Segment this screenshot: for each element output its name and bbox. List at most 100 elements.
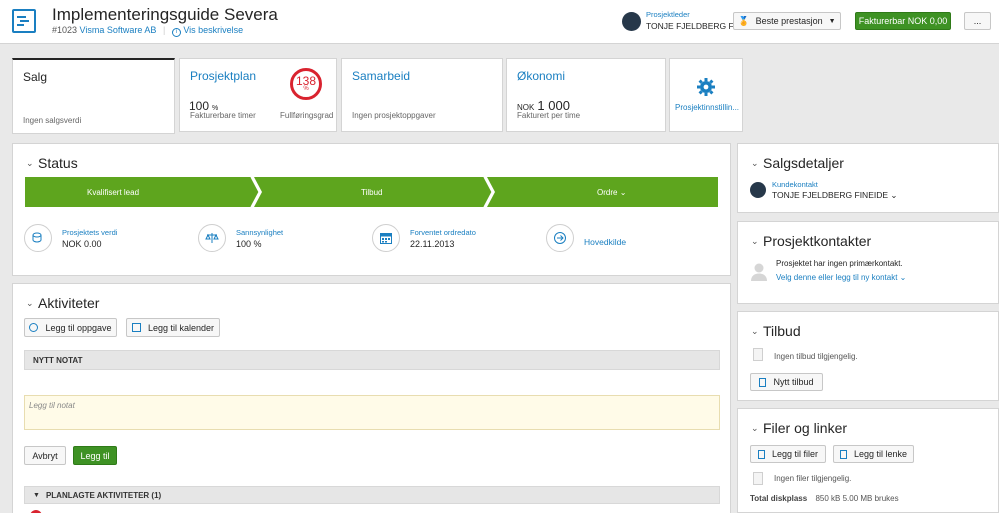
edit-calendar-icon <box>131 323 141 332</box>
check-circle-icon <box>29 323 39 332</box>
project-icon <box>12 9 36 33</box>
tab-settings[interactable]: Prosjektinnstillin... <box>669 58 743 132</box>
planned-activities-header[interactable]: ▼ PLANLAGTE AKTIVITETER (1) <box>24 486 720 504</box>
new-offer-label: Nytt tilbud <box>773 377 814 387</box>
customer-contact-label: Kundekontakt <box>772 180 818 189</box>
caret-down-icon: ▼ <box>828 17 836 25</box>
gear-icon <box>696 77 716 100</box>
best-performance-label: Beste prestasjon <box>755 16 823 26</box>
tab-okonomi-title: Økonomi <box>517 69 566 83</box>
note-input[interactable]: Legg til notat <box>24 395 720 430</box>
tab-okonomi[interactable]: Økonomi NOK 1 000 Fakturert per time <box>506 58 666 132</box>
source-icon <box>546 224 574 252</box>
add-link-label: Legg til lenke <box>853 449 908 459</box>
add-note-button[interactable]: Legg til <box>73 446 117 465</box>
offers-card: ⌄ Tilbud Ingen tilbud tilgjengelig. Nytt… <box>737 311 999 401</box>
hours-label: Fakturerbare timer <box>190 111 256 120</box>
select-contact-link[interactable]: Velg denne eller legg til ny kontakt ⌄ <box>776 273 906 282</box>
cancel-button[interactable]: Avbryt <box>24 446 66 465</box>
add-files-label: Legg til filer <box>771 449 819 459</box>
tab-salg-title: Salg <box>23 70 48 84</box>
app-header: Implementeringsguide Severa #1023 Visma … <box>0 0 999 44</box>
person-icon <box>750 262 768 285</box>
note-placeholder: Legg til notat <box>29 401 75 410</box>
page-title: Implementeringsguide Severa <box>52 5 278 24</box>
collapse-chevron-icon[interactable]: ⌄ <box>751 326 759 337</box>
sales-details-title: Salgsdetaljer <box>763 155 844 171</box>
collapse-chevron-icon[interactable]: ⌄ <box>751 423 759 434</box>
tab-prosjektplan[interactable]: Prosjektplan 100% Fakturerbare timer 138… <box>179 58 337 132</box>
link-file-icon <box>839 449 847 459</box>
gauge-label: Fullføringsgrad <box>280 111 334 120</box>
files-title: Filer og linker <box>763 420 848 436</box>
step-ordre-label[interactable]: Ordre ⌄ <box>597 188 626 197</box>
tab-salg[interactable]: Salg Ingen salgsverdi <box>12 58 175 134</box>
file-placeholder-icon <box>753 472 763 485</box>
new-offer-button[interactable]: Nytt tilbud <box>750 373 823 391</box>
value-amount: NOK 0.00 <box>62 239 102 249</box>
disk-label: Total diskplass <box>750 494 808 503</box>
chevron-down-icon: ⌄ <box>619 188 627 197</box>
document-icon <box>753 348 763 361</box>
order-date-value: 22.11.2013 <box>410 239 455 249</box>
chevron-down-icon: ⌄ <box>899 273 907 282</box>
best-performance-button[interactable]: 🏅 Beste prestasjon ▼ <box>733 12 841 30</box>
probability-value: 100 % <box>236 239 262 249</box>
more-button[interactable]: ... <box>964 12 991 30</box>
add-link-button[interactable]: Legg til lenke <box>833 445 914 463</box>
probability-label: Sannsynlighet <box>236 228 284 237</box>
add-calendar-label: Legg til kalender <box>147 322 215 333</box>
tab-plan-title: Prosjektplan <box>190 69 257 83</box>
tab-salg-foot: Ingen salgsverdi <box>23 116 82 125</box>
project-number: #1023 <box>52 25 78 35</box>
disk-value: 850 kB 5.00 MB brukes <box>815 494 899 503</box>
collapse-chevron-icon[interactable]: ⌄ <box>26 158 34 169</box>
step-tilbud-label[interactable]: Tilbud <box>361 188 383 197</box>
source-link[interactable]: Hovedkilde <box>584 237 626 247</box>
caret-down-icon: ▼ <box>33 491 40 499</box>
add-task-label: Legg til oppgave <box>45 322 112 333</box>
status-title: Status <box>38 155 78 171</box>
customer-contact-name[interactable]: TONJE FJELDBERG FINEIDE ⌄ <box>772 190 898 201</box>
settings-label: Prosjektinnstillin... <box>675 103 740 112</box>
company-link[interactable]: Visma Software AB <box>80 25 157 35</box>
add-files-button[interactable]: Legg til filer <box>750 445 826 463</box>
collapse-chevron-icon[interactable]: ⌄ <box>751 158 759 169</box>
add-task-button[interactable]: Legg til oppgave <box>24 318 117 337</box>
project-contacts-title: Prosjektkontakter <box>763 233 872 249</box>
add-calendar-button[interactable]: Legg til kalender <box>126 318 220 337</box>
status-card: ⌄ Status <box>12 143 731 276</box>
tab-samarbeid-title: Samarbeid <box>352 69 411 83</box>
no-contact-text: Prosjektet har ingen primærkontakt. <box>776 259 903 268</box>
description-link[interactable]: Vis beskrivelse <box>183 25 243 35</box>
completion-gauge: 138 % <box>290 68 322 100</box>
avatar <box>622 12 641 31</box>
collapse-chevron-icon[interactable]: ⌄ <box>751 236 759 247</box>
billable-button[interactable]: Fakturerbar NOK 0,00 <box>855 12 951 30</box>
planned-activities-label: PLANLAGTE AKTIVITETER (1) <box>45 490 162 500</box>
file-icon <box>757 449 765 459</box>
disk-usage: Total diskplass 850 kB 5.00 MB brukes <box>750 494 899 503</box>
project-meta: #1023 Visma Software AB | i Vis beskrive… <box>52 25 244 37</box>
medal-icon: 🏅 <box>738 15 750 26</box>
order-date-label: Forventet ordredato <box>410 228 476 237</box>
manager-label: Prosjektleder <box>646 10 690 19</box>
no-offers-text: Ingen tilbud tilgjengelig. <box>774 352 858 361</box>
chevron-down-icon: ⌄ <box>890 190 898 200</box>
offers-title: Tilbud <box>763 323 801 339</box>
collapse-chevron-icon[interactable]: ⌄ <box>26 298 34 309</box>
step-qualified-label[interactable]: Kvalifisert lead <box>87 188 139 197</box>
value-icon <box>24 224 52 252</box>
calendar-icon <box>372 224 400 252</box>
tab-samarbeid[interactable]: Samarbeid Ingen prosjektoppgaver <box>341 58 503 132</box>
manager-name[interactable]: TONJE FJELDBERG F... <box>646 21 740 31</box>
no-files-text: Ingen filer tilgjengelig. <box>774 474 852 483</box>
step-qualified <box>25 177 259 207</box>
sales-details-card: ⌄ Salgsdetaljer Kundekontakt TONJE FJELD… <box>737 143 999 213</box>
avatar <box>750 182 766 198</box>
project-contacts-card: ⌄ Prosjektkontakter Prosjektet har ingen… <box>737 221 999 304</box>
tab-samarbeid-foot: Ingen prosjektoppgaver <box>352 111 436 120</box>
rate-label: Fakturert per time <box>517 111 581 120</box>
new-note-header: NYTT NOTAT <box>24 350 720 370</box>
scale-icon <box>198 224 226 252</box>
